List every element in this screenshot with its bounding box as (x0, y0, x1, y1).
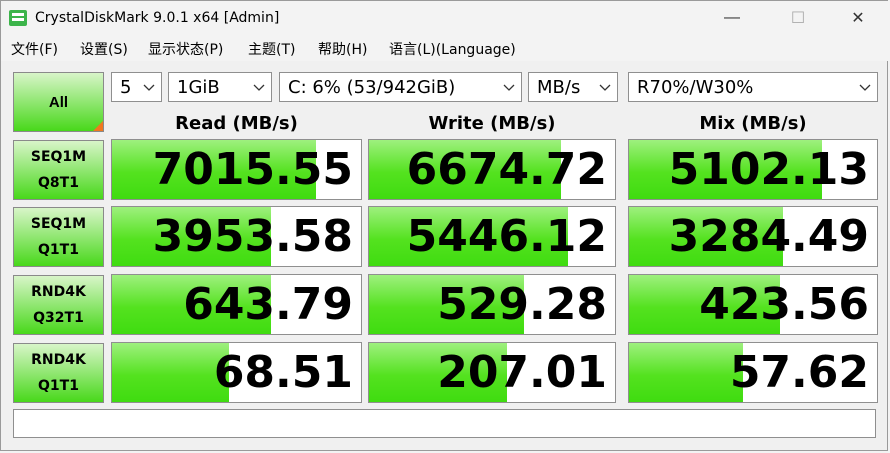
test-label-line2: Q8T1 (38, 175, 79, 191)
corner-marker (93, 121, 103, 131)
mix-result-value: 57.62 (729, 347, 869, 398)
unit-value: MB/s (537, 77, 581, 98)
write-result-cell: 5446.12 (368, 206, 616, 267)
all-button[interactable]: All (13, 72, 104, 132)
close-icon: ✕ (851, 10, 865, 27)
read-header: Read (MB/s) (175, 113, 298, 134)
test-label-line2: Q1T1 (38, 378, 79, 394)
mix-result-value: 423.56 (699, 279, 869, 330)
mix-result-cell: 3284.49 (628, 206, 878, 267)
read-result-bar (112, 343, 230, 402)
write-result-value: 6674.72 (406, 144, 607, 195)
test-label-line1: RND4K (31, 352, 86, 368)
mix-result-bar (629, 343, 744, 402)
test-count-value: 5 (120, 77, 132, 98)
mix-result-cell: 5102.13 (628, 139, 878, 200)
test-button-rnd4k-q32t1[interactable]: RND4K Q32T1 (13, 275, 104, 335)
test-size-select[interactable]: 1GiB (168, 72, 272, 102)
write-result-cell: 207.01 (368, 342, 616, 403)
write-result-cell: 6674.72 (368, 139, 616, 200)
title-bar[interactable]: CrystalDiskMark 9.0.1 x64 [Admin] — ☐ ✕ (1, 1, 889, 35)
menu-display-state[interactable]: 显示状态(P) (148, 39, 223, 59)
menu-help[interactable]: 帮助(H) (318, 39, 367, 59)
close-button[interactable]: ✕ (827, 1, 889, 35)
minimize-icon: — (724, 9, 740, 26)
write-result-cell: 529.28 (368, 274, 616, 335)
minimize-button[interactable]: — (701, 1, 763, 35)
mix-result-cell: 57.62 (628, 342, 878, 403)
read-result-value: 68.51 (213, 347, 353, 398)
read-result-cell: 68.51 (111, 342, 362, 403)
write-result-value: 5446.12 (406, 211, 607, 262)
chevron-down-icon (143, 84, 155, 91)
drive-value: C: 6% (53/942GiB) (288, 77, 456, 98)
write-result-value: 207.01 (437, 347, 607, 398)
read-result-cell: 7015.55 (111, 139, 362, 200)
test-label-line2: Q32T1 (33, 310, 84, 326)
chevron-down-icon (503, 84, 515, 91)
write-header: Write (MB/s) (428, 113, 556, 134)
test-label-line2: Q1T1 (38, 242, 79, 258)
read-result-value: 643.79 (183, 279, 353, 330)
menu-bar: 文件(F) 设置(S) 显示状态(P) 主题(T) 帮助(H) 语言(L)(La… (1, 35, 889, 61)
read-result-cell: 643.79 (111, 274, 362, 335)
mix-result-value: 5102.13 (668, 144, 869, 195)
menu-language[interactable]: 语言(L)(Language) (389, 39, 516, 59)
maximize-icon: ☐ (790, 10, 806, 27)
comment-field[interactable] (13, 409, 876, 438)
read-result-value: 3953.58 (152, 211, 353, 262)
drive-select[interactable]: C: 6% (53/942GiB) (279, 72, 522, 102)
test-size-value: 1GiB (177, 77, 220, 98)
read-result-value: 7015.55 (152, 144, 353, 195)
chevron-down-icon (253, 84, 265, 91)
write-result-value: 529.28 (437, 279, 607, 330)
read-result-cell: 3953.58 (111, 206, 362, 267)
test-count-select[interactable]: 5 (111, 72, 162, 102)
test-button-rnd4k-q1t1[interactable]: RND4K Q1T1 (13, 343, 104, 403)
unit-select[interactable]: MB/s (528, 72, 618, 102)
chevron-down-icon (859, 84, 871, 91)
test-button-seq1m-q1t1[interactable]: SEQ1M Q1T1 (13, 207, 104, 267)
maximize-button[interactable]: ☐ (767, 1, 829, 35)
all-button-label: All (48, 93, 69, 111)
test-label-line1: RND4K (31, 284, 86, 300)
mix-ratio-select[interactable]: R70%/W30% (628, 72, 878, 102)
test-label-line1: SEQ1M (30, 216, 87, 232)
test-label-line1: SEQ1M (30, 149, 87, 165)
test-button-seq1m-q8t1[interactable]: SEQ1M Q8T1 (13, 140, 104, 200)
menu-theme[interactable]: 主题(T) (248, 39, 295, 59)
menu-settings[interactable]: 设置(S) (80, 39, 128, 59)
mix-ratio-value: R70%/W30% (637, 77, 754, 98)
mix-result-value: 3284.49 (668, 211, 869, 262)
menu-file[interactable]: 文件(F) (11, 39, 58, 59)
mix-result-cell: 423.56 (628, 274, 878, 335)
mix-header: Mix (MB/s) (699, 113, 807, 134)
app-icon (9, 10, 27, 26)
window-title: CrystalDiskMark 9.0.1 x64 [Admin] (35, 10, 280, 26)
chevron-down-icon (599, 84, 611, 91)
